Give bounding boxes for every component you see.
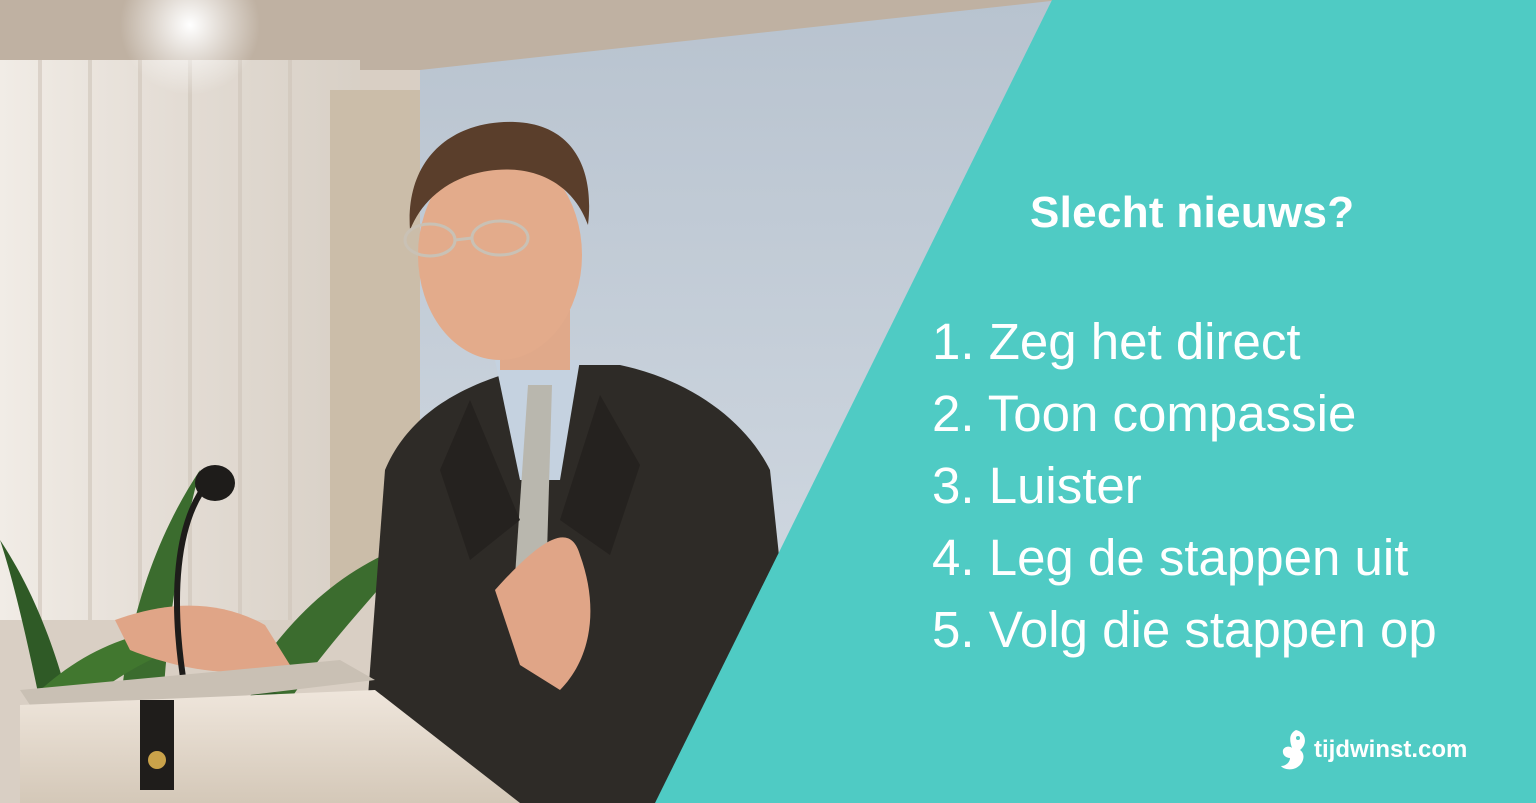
photo-scene bbox=[0, 0, 1536, 803]
podium-emblem bbox=[140, 700, 174, 790]
